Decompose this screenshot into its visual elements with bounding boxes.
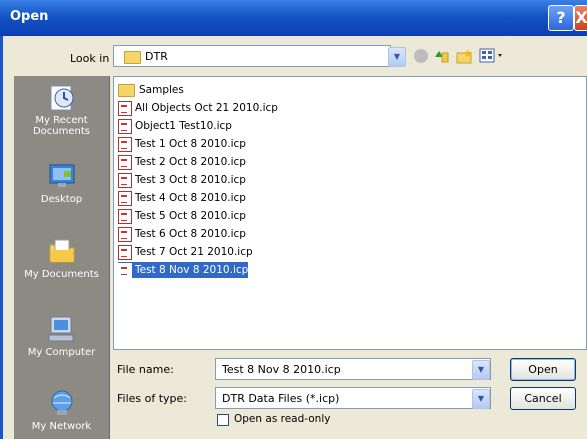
chevron-down-icon[interactable]: ▼ — [472, 389, 490, 409]
filetype-value: DTR Data Files (*.icp) — [222, 392, 340, 405]
place-label: My Computer — [27, 347, 96, 358]
close-button[interactable]: X — [574, 5, 587, 31]
list-item[interactable]: Test 3 Oct 8 2010.icp — [118, 172, 246, 188]
lookin-label: Look in — [70, 52, 110, 65]
list-item-folder[interactable]: Samples — [118, 82, 184, 98]
file-name: Test 3 Oct 8 2010.icp — [135, 174, 246, 186]
list-item[interactable]: All Objects Oct 21 2010.icp — [118, 100, 278, 116]
file-name: Samples — [139, 84, 184, 96]
file-icon — [118, 190, 132, 206]
lookin-combo[interactable]: DTR ▼ — [113, 45, 406, 67]
my-computer-icon — [47, 314, 77, 344]
title-bar[interactable]: Open ? X — [0, 0, 587, 36]
list-item[interactable]: Test 2 Oct 8 2010.icp — [118, 154, 246, 170]
recent-documents-icon — [47, 82, 77, 112]
file-icon — [118, 118, 132, 134]
file-list[interactable]: Samples All Objects Oct 21 2010.icp Obje… — [113, 76, 587, 350]
folder-icon — [124, 50, 141, 64]
list-item-selected[interactable]: Test 8 Nov 8 2010.icp — [118, 262, 249, 278]
filename-input[interactable]: Test 8 Nov 8 2010.icp ▼ — [215, 358, 491, 380]
cancel-button[interactable]: Cancel — [510, 387, 576, 410]
lookin-value: DTR — [124, 50, 168, 64]
file-name: Test 5 Oct 8 2010.icp — [135, 210, 246, 222]
list-item[interactable]: Test 6 Oct 8 2010.icp — [118, 226, 246, 242]
views-menu-icon[interactable] — [479, 48, 509, 64]
place-label: My Recent Documents — [32, 115, 91, 137]
my-documents-icon — [47, 236, 77, 266]
file-name: Test 1 Oct 8 2010.icp — [135, 138, 246, 150]
file-icon — [118, 172, 132, 188]
desktop-icon — [47, 161, 77, 191]
folder-icon — [118, 83, 135, 97]
window-border — [0, 36, 3, 439]
place-recent-documents[interactable]: My Recent Documents — [14, 82, 109, 137]
file-name: Test 4 Oct 8 2010.icp — [135, 192, 246, 204]
filetype-select[interactable]: DTR Data Files (*.icp) ▼ — [215, 387, 491, 409]
file-name: Test 6 Oct 8 2010.icp — [135, 228, 246, 240]
list-item[interactable]: Test 5 Oct 8 2010.icp — [118, 208, 246, 224]
file-name: All Objects Oct 21 2010.icp — [135, 102, 278, 114]
place-my-computer[interactable]: My Computer — [14, 314, 109, 358]
chevron-down-icon[interactable]: ▼ — [472, 360, 490, 380]
lookin-value-text: DTR — [145, 50, 168, 63]
list-item[interactable]: Test 4 Oct 8 2010.icp — [118, 190, 246, 206]
back-icon[interactable] — [414, 49, 428, 63]
filename-value: Test 8 Nov 8 2010.icp — [222, 363, 341, 376]
places-bar: My Recent Documents Desktop My Documents… — [14, 76, 110, 439]
place-my-documents[interactable]: My Documents — [14, 236, 109, 280]
file-icon — [118, 262, 132, 278]
up-folder-icon[interactable] — [433, 48, 449, 64]
place-label: My Network — [31, 421, 92, 432]
filename-label: File name: — [117, 363, 174, 376]
chevron-down-icon[interactable]: ▼ — [388, 47, 406, 67]
open-button[interactable]: Open — [510, 358, 576, 381]
file-name: Test 7 Oct 21 2010.icp — [135, 246, 253, 258]
filetype-label: Files of type: — [117, 392, 188, 405]
window-title: Open — [10, 9, 49, 24]
help-button[interactable]: ? — [548, 5, 574, 31]
place-my-network[interactable]: My Network — [14, 388, 109, 432]
readonly-checkbox[interactable] — [217, 414, 229, 426]
place-desktop[interactable]: Desktop — [14, 161, 109, 205]
file-icon — [118, 244, 132, 260]
file-name: Test 8 Nov 8 2010.icp — [135, 264, 249, 276]
list-item[interactable]: Test 7 Oct 21 2010.icp — [118, 244, 253, 260]
file-name: Object1 Test10.icp — [135, 120, 232, 132]
list-item[interactable]: Object1 Test10.icp — [118, 118, 232, 134]
place-label: Desktop — [40, 194, 83, 205]
file-icon — [118, 136, 132, 152]
file-name: Test 2 Oct 8 2010.icp — [135, 156, 246, 168]
list-item[interactable]: Test 1 Oct 8 2010.icp — [118, 136, 246, 152]
file-icon — [118, 208, 132, 224]
file-icon — [118, 154, 132, 170]
readonly-label: Open as read-only — [234, 413, 331, 425]
place-label: My Documents — [24, 269, 99, 280]
new-folder-icon[interactable] — [456, 48, 474, 64]
file-icon — [118, 100, 132, 116]
my-network-icon — [47, 388, 77, 418]
file-icon — [118, 226, 132, 242]
